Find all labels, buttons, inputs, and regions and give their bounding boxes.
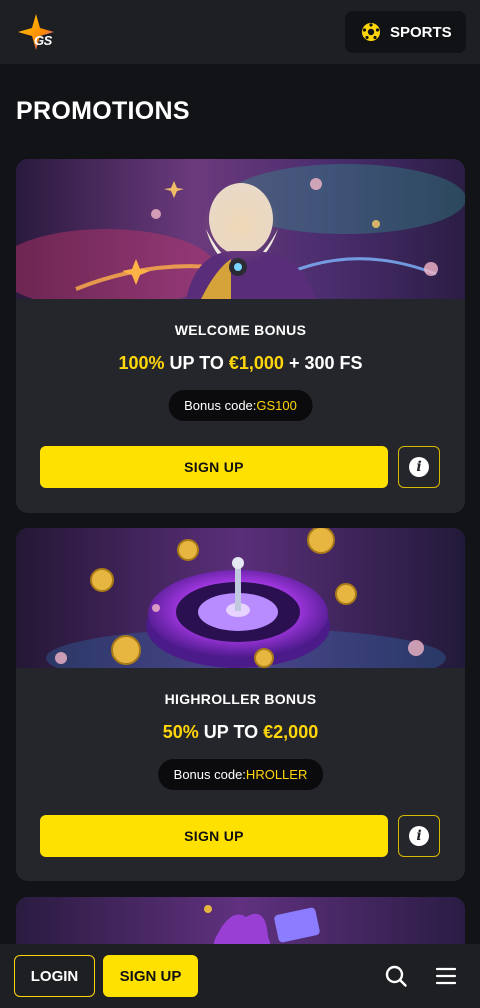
menu-icon — [435, 967, 457, 985]
offer-amount: €1,000 — [228, 353, 284, 373]
top-header: GS SPORTS — [0, 0, 480, 64]
promo-card-highroller: HIGHROLLER BONUS 50% UP TO €2,000 Bonus … — [16, 528, 465, 881]
promo-offer: 50% UP TO €2,000 — [16, 722, 465, 743]
info-button[interactable]: i — [398, 815, 440, 857]
sports-button[interactable]: SPORTS — [345, 11, 466, 53]
sports-label: SPORTS — [390, 23, 452, 41]
search-button[interactable] — [376, 956, 416, 996]
promo-banner-image — [16, 528, 465, 668]
signup-button[interactable]: SIGN UP — [40, 446, 388, 488]
offer-amount: €2,000 — [263, 722, 319, 742]
bonus-code-label: Bonus code: — [173, 767, 246, 782]
offer-percent: 100% — [118, 353, 165, 373]
promo-banner-image — [16, 159, 465, 299]
soccer-ball-icon — [362, 23, 380, 41]
bottom-nav-bar: LOGIN SIGN UP — [0, 944, 480, 1008]
promo-card-welcome: WELCOME BONUS 100% UP TO €1,000 + 300 FS… — [16, 159, 465, 513]
promo-title: HIGHROLLER BONUS — [164, 691, 317, 707]
offer-mid: UP TO — [198, 722, 264, 742]
signup-button[interactable]: SIGN UP — [40, 815, 388, 857]
logo-text: GS — [34, 33, 52, 48]
info-icon: i — [409, 457, 429, 477]
search-icon — [385, 965, 407, 987]
bonus-code-value: GS100 — [256, 398, 297, 413]
site-logo[interactable]: GS — [16, 12, 60, 52]
bonus-code-badge: Bonus code: GS100 — [168, 390, 313, 421]
promo-offer: 100% UP TO €1,000 + 300 FS — [16, 353, 465, 374]
page-title: PROMOTIONS — [16, 97, 190, 125]
bonus-code-value: HROLLER — [245, 767, 308, 782]
offer-mid: UP TO — [164, 353, 229, 373]
offer-tail: + 300 FS — [283, 353, 363, 373]
bottom-signup-button[interactable]: SIGN UP — [103, 955, 198, 997]
login-button[interactable]: LOGIN — [14, 955, 95, 997]
promo-title: WELCOME BONUS — [174, 322, 307, 338]
bonus-code-label: Bonus code: — [184, 398, 257, 413]
info-button[interactable]: i — [398, 446, 440, 488]
info-icon: i — [409, 826, 429, 846]
offer-percent: 50% — [162, 722, 199, 742]
menu-button[interactable] — [426, 956, 466, 996]
bonus-code-badge: Bonus code: HROLLER — [157, 759, 324, 790]
